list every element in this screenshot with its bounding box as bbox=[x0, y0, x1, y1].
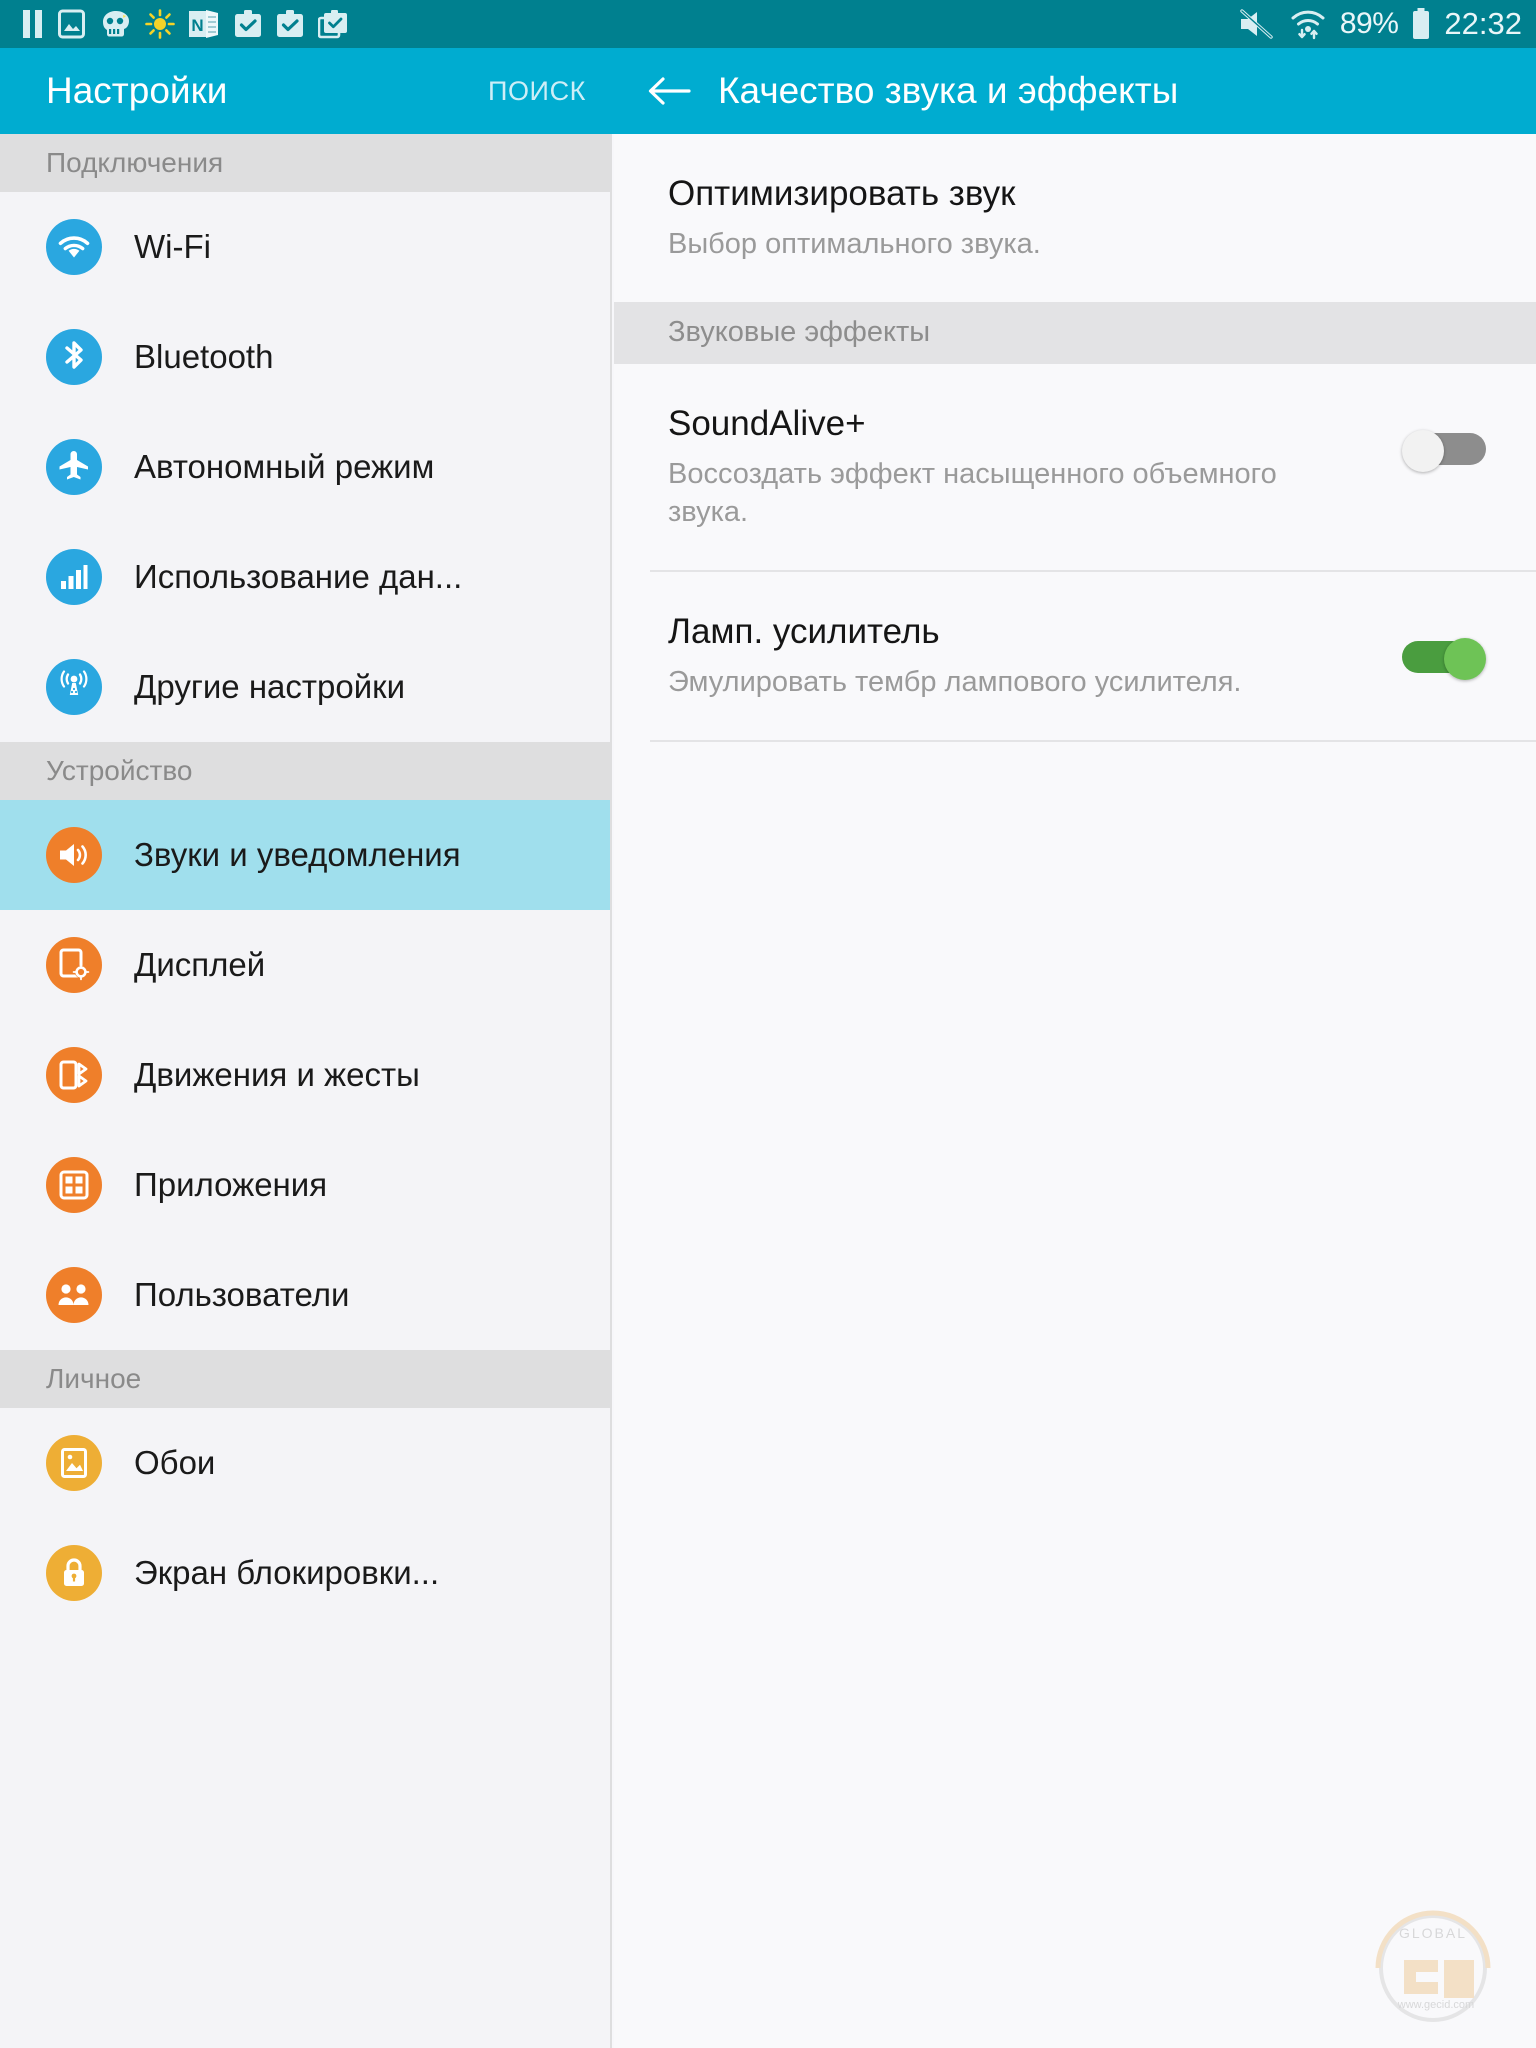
sidebar-item-lock-screen[interactable]: Экран блокировки... bbox=[0, 1518, 610, 1628]
soundalive-plus-toggle[interactable] bbox=[1402, 429, 1486, 472]
wifi-icon bbox=[46, 219, 102, 275]
display-icon bbox=[46, 937, 102, 993]
clock-label: 22:32 bbox=[1444, 6, 1522, 41]
settings-sidebar[interactable]: Подключения Wi-Fi Bluetooth Автономный р… bbox=[0, 134, 612, 2048]
skull-icon bbox=[99, 9, 131, 39]
data-usage-icon bbox=[46, 549, 102, 605]
sidebar-section-label: Устройство bbox=[46, 755, 193, 786]
onenote-icon: N bbox=[189, 9, 220, 39]
phone-screen: N 89% 22:32 Настройки ПОИСК Качество зву… bbox=[0, 0, 1536, 2048]
pause-icon bbox=[22, 9, 44, 39]
preference-subtitle: Выбор оптимального звука. bbox=[668, 228, 1041, 261]
sidebar-item-label: Звуки и уведомления bbox=[134, 836, 461, 873]
sidebar-item-label: Движения и жесты bbox=[134, 1056, 420, 1093]
status-bar: N 89% 22:32 bbox=[0, 0, 1536, 48]
sidebar-section-header-personal: Личное bbox=[0, 1350, 610, 1408]
preference-title: Оптимизировать звук bbox=[668, 174, 1016, 213]
briefcase-check-stack-icon bbox=[318, 9, 348, 39]
sidebar-section-label: Подключения bbox=[46, 147, 224, 178]
sidebar-item-airplane-mode[interactable]: Автономный режим bbox=[0, 412, 610, 522]
preference-text: Ламп. усилитель Эмулировать тембр лампов… bbox=[668, 612, 1368, 702]
sidebar-section-header-device: Устройство bbox=[0, 742, 610, 800]
brightness-icon bbox=[145, 9, 175, 39]
preference-title: SoundAlive+ bbox=[668, 403, 866, 443]
list-divider bbox=[650, 739, 1536, 742]
back-arrow-icon[interactable] bbox=[642, 74, 696, 108]
sidebar-item-data-usage[interactable]: Использование дан... bbox=[0, 522, 610, 632]
motion-gestures-icon bbox=[46, 1047, 102, 1103]
sidebar-item-label: Приложения bbox=[134, 1166, 328, 1203]
sidebar-item-label: Дисплей bbox=[134, 946, 266, 983]
svg-text:GLOBAL: GLOBAL bbox=[1399, 1925, 1467, 1941]
status-bar-system-icons: 89% 22:32 bbox=[1238, 6, 1522, 42]
toggle-knob bbox=[1402, 429, 1444, 472]
sidebar-item-motion-and-gestures[interactable]: Движения и жесты bbox=[0, 1020, 610, 1130]
content-section-label: Звуковые эффекты bbox=[668, 316, 931, 349]
gecid-watermark: GLOBAL www.gecid.com bbox=[1358, 1904, 1508, 2026]
sidebar-item-more-settings[interactable]: Другие настройки bbox=[0, 632, 610, 742]
tube-amp-toggle[interactable] bbox=[1402, 637, 1486, 680]
preference-subtitle: Воссоздать эффект насыщенного объемного … bbox=[668, 458, 1277, 528]
preference-tube-amp[interactable]: Ламп. усилитель Эмулировать тембр лампов… bbox=[614, 572, 1536, 740]
sidebar-section-label: Личное bbox=[46, 1363, 142, 1394]
sidebar-item-label: Обои bbox=[134, 1444, 216, 1481]
sidebar-item-label: Экран блокировки... bbox=[134, 1554, 440, 1591]
sidebar-item-label: Пользователи bbox=[134, 1276, 350, 1313]
sidebar-item-bluetooth[interactable]: Bluetooth bbox=[0, 302, 610, 412]
sidebar-item-label: Автономный режим bbox=[134, 448, 435, 485]
status-bar-notification-icons: N bbox=[22, 9, 348, 39]
wallpaper-icon bbox=[46, 1435, 102, 1491]
sidebar-item-wallpaper[interactable]: Обои bbox=[0, 1408, 610, 1518]
volume-icon bbox=[46, 827, 102, 883]
svg-text:www.gecid.com: www.gecid.com bbox=[1397, 1999, 1474, 2011]
sidebar-item-label: Другие настройки bbox=[134, 668, 406, 705]
svg-text:N: N bbox=[191, 16, 203, 35]
lock-icon bbox=[46, 1545, 102, 1601]
preference-soundalive-plus[interactable]: SoundAlive+ Воссоздать эффект насыщенног… bbox=[614, 364, 1536, 570]
detail-page-title: Качество звука и эффекты bbox=[718, 70, 1179, 111]
apps-grid-icon bbox=[46, 1157, 102, 1213]
sidebar-section-header-connections: Подключения bbox=[0, 134, 610, 192]
sidebar-item-label: Bluetooth bbox=[134, 338, 274, 375]
sidebar-item-label: Использование дан... bbox=[134, 558, 463, 595]
battery-percent-label: 89% bbox=[1339, 7, 1399, 40]
briefcase-check-icon bbox=[234, 9, 262, 39]
sound-quality-effects-pane: Оптимизировать звук Выбор оптимального з… bbox=[614, 134, 1536, 2048]
sidebar-item-display[interactable]: Дисплей bbox=[0, 910, 610, 1020]
mute-icon bbox=[1238, 8, 1276, 40]
page-title: Настройки bbox=[46, 70, 228, 111]
preference-title: Ламп. усилитель bbox=[668, 611, 940, 651]
sidebar-item-sounds-and-notifications[interactable]: Звуки и уведомления bbox=[0, 800, 610, 910]
sidebar-item-applications[interactable]: Приложения bbox=[0, 1130, 610, 1240]
bluetooth-icon bbox=[46, 329, 102, 385]
sidebar-item-users[interactable]: Пользователи bbox=[0, 1240, 610, 1350]
settings-app-bar: Настройки ПОИСК bbox=[0, 48, 612, 134]
sidebar-item-wifi[interactable]: Wi-Fi bbox=[0, 192, 610, 302]
users-icon bbox=[46, 1267, 102, 1323]
search-button[interactable]: ПОИСК bbox=[488, 76, 586, 107]
wifi-transfer-icon bbox=[1289, 7, 1327, 41]
content-section-header-sound-effects: Звуковые эффекты bbox=[614, 301, 1536, 364]
preference-text: Оптимизировать звук Выбор оптимального з… bbox=[668, 174, 1486, 264]
sidebar-item-label: Wi-Fi bbox=[134, 228, 211, 265]
battery-icon bbox=[1411, 8, 1431, 40]
broadcast-icon bbox=[46, 659, 102, 715]
preference-optimize-sound[interactable]: Оптимизировать звук Выбор оптимального з… bbox=[614, 134, 1536, 302]
detail-app-bar: Качество звука и эффекты bbox=[612, 48, 1536, 134]
image-icon bbox=[58, 9, 85, 39]
preference-text: SoundAlive+ Воссоздать эффект насыщенног… bbox=[668, 404, 1368, 532]
airplane-icon bbox=[46, 439, 102, 495]
briefcase-check-icon-2 bbox=[276, 9, 304, 39]
preference-subtitle: Эмулировать тембр лампового усилителя. bbox=[668, 665, 1242, 698]
toggle-knob bbox=[1444, 637, 1486, 680]
